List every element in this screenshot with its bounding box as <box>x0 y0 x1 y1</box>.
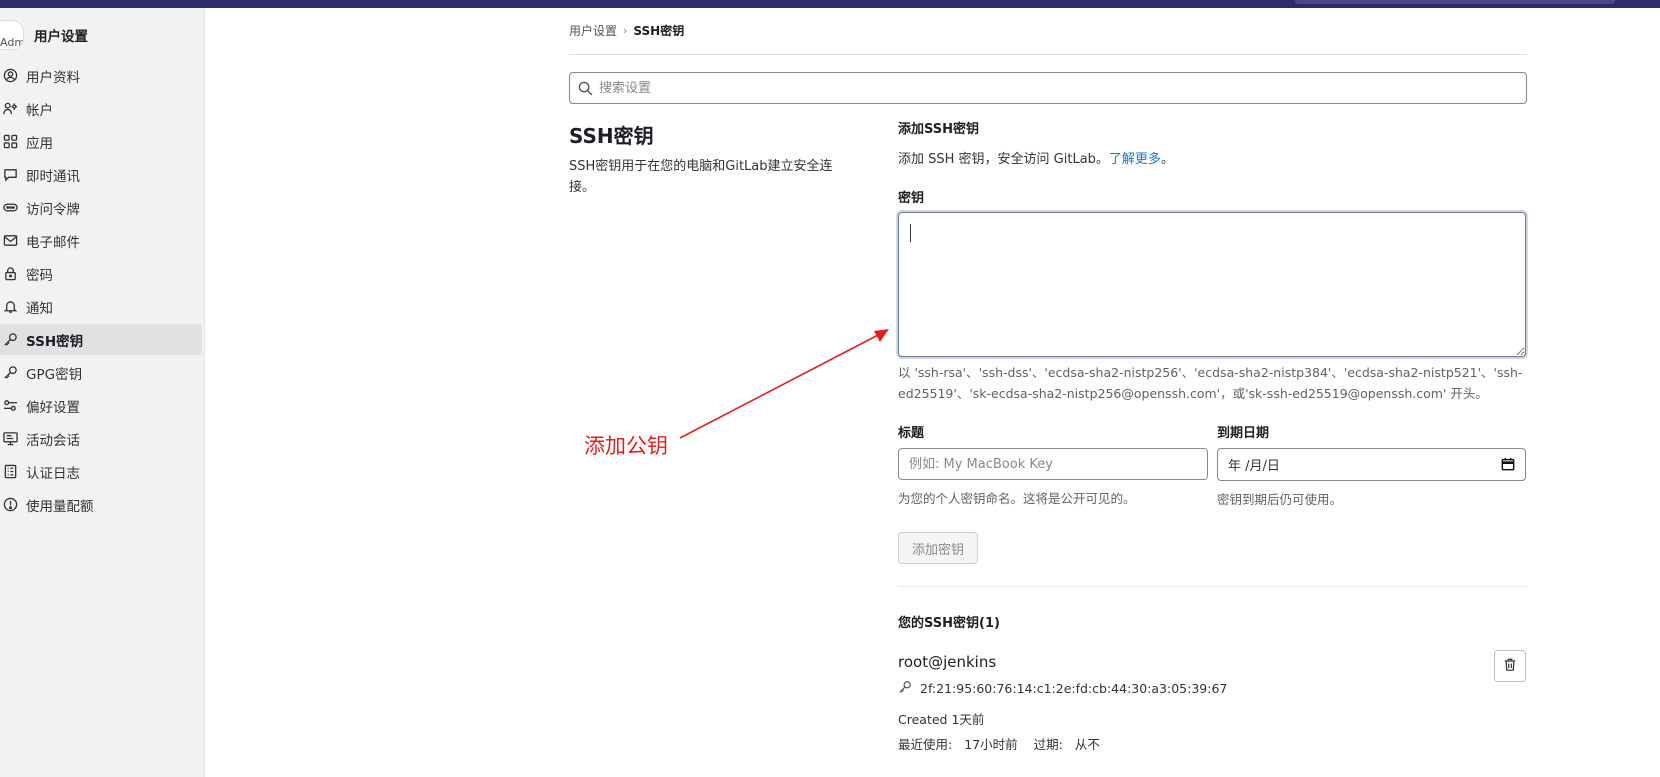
expiry-label: 到期日期 <box>1217 426 1270 441</box>
expires-label: 过期: <box>1033 737 1063 752</box>
sidebar-title: 用户设置 <box>34 29 88 45</box>
breadcrumb: 用户设置 › SSH密钥 <box>569 22 684 39</box>
form-description-text: 添加 SSH 密钥，安全访问 GitLab。 <box>898 152 1109 167</box>
sidebar-item-auth-log[interactable]: 认证日志 <box>0 456 202 487</box>
top-navigation-bar <box>0 0 1660 8</box>
sidebar-item-label: 活动会话 <box>26 432 80 449</box>
sidebar-item-label: 用户资料 <box>26 69 80 86</box>
sidebar-item-label: 应用 <box>26 135 53 152</box>
expiry-help-text: 密钥到期后仍可使用。 <box>1217 492 1343 507</box>
avatar[interactable]: Adm <box>0 20 24 50</box>
sidebar-item-label: SSH密钥 <box>26 333 84 350</box>
monitor-icon <box>2 431 18 447</box>
key-icon <box>2 365 18 381</box>
form-heading: 添加SSH密钥 <box>898 122 980 137</box>
key-help-text: 以 'ssh-rsa'、'ssh-dss'、'ecdsa-sha2-nistp2… <box>898 365 1523 401</box>
sidebar-item-label: 密码 <box>26 267 53 284</box>
key-icon <box>898 680 912 697</box>
settings-search[interactable] <box>569 72 1527 104</box>
sidebar-item-label: 偏好设置 <box>26 399 80 416</box>
keys-list-heading: 您的SSH密钥(1) <box>898 616 1000 631</box>
expiry-date-input[interactable]: 年 /月/日 <box>1217 448 1526 481</box>
expiry-date-value: 年 /月/日 <box>1228 459 1280 474</box>
calendar-icon[interactable] <box>1501 457 1515 475</box>
sidebar-item-profile[interactable]: 用户资料 <box>0 60 202 91</box>
top-search-bar[interactable] <box>1295 0 1615 4</box>
add-key-button[interactable]: 添加密钥 <box>898 532 978 564</box>
sidebar-item-label: 访问令牌 <box>26 201 80 218</box>
learn-more-link[interactable]: 了解更多 <box>1109 152 1161 167</box>
mail-icon <box>2 233 18 249</box>
sidebar-item-usage-quotas[interactable]: 使用量配额 <box>0 489 202 520</box>
key-meta: 最近使用: 17小时前 过期: 从不 <box>898 734 1116 753</box>
key-fingerprint: 2f:21:95:60:76:14:c1:2e:fd:cb:44:30:a3:0… <box>898 680 1227 697</box>
breadcrumb-parent[interactable]: 用户设置 <box>569 22 617 39</box>
section-title: SSH密钥 <box>569 124 654 148</box>
last-used-value: 17小时前 <box>964 737 1018 752</box>
divider <box>569 54 1527 55</box>
avatar-alt-text: Adm <box>0 36 24 49</box>
sidebar-item-label: 认证日志 <box>26 465 80 482</box>
sidebar: Adm 用户设置 用户资料 帐户 应用 即时通讯 访问令牌 电子邮件 密码 通知… <box>0 8 205 777</box>
user-circle-icon <box>2 68 18 84</box>
sidebar-item-account[interactable]: 帐户 <box>0 93 202 124</box>
key-icon <box>2 332 18 348</box>
add-ssh-key-form: 添加SSH密钥 添加 SSH 密钥，安全访问 GitLab。了解更多。 密钥 以… <box>898 118 1528 752</box>
key-title[interactable]: root@jenkins <box>898 653 996 671</box>
sidebar-item-ssh-keys[interactable]: SSH密钥 <box>0 324 202 355</box>
title-label: 标题 <box>898 426 925 441</box>
key-textarea[interactable] <box>898 212 1526 357</box>
sidebar-item-label: GPG密钥 <box>26 366 83 383</box>
fingerprint-value: 2f:21:95:60:76:14:c1:2e:fd:cb:44:30:a3:0… <box>920 681 1228 696</box>
search-icon <box>578 81 593 96</box>
sidebar-header: Adm 用户设置 <box>0 18 205 52</box>
title-input[interactable] <box>898 448 1208 480</box>
sidebar-item-chat[interactable]: 即时通讯 <box>0 159 202 190</box>
divider <box>898 586 1528 587</box>
comment-icon <box>2 167 18 183</box>
sidebar-item-active-sessions[interactable]: 活动会话 <box>0 423 202 454</box>
key-created: Created 1天前 <box>898 712 985 727</box>
preferences-icon <box>2 398 18 414</box>
form-description-period: 。 <box>1160 152 1174 167</box>
sidebar-item-label: 使用量配额 <box>26 498 94 515</box>
title-help-text: 为您的个人密钥命名。这将是公开可见的。 <box>898 491 1136 506</box>
sidebar-item-gpg-keys[interactable]: GPG密钥 <box>0 357 202 388</box>
delete-key-button[interactable] <box>1494 650 1526 682</box>
lock-icon <box>2 266 18 282</box>
log-icon <box>2 464 18 480</box>
sidebar-item-applications[interactable]: 应用 <box>0 126 202 157</box>
applications-icon <box>2 134 18 150</box>
form-description: 添加 SSH 密钥，安全访问 GitLab。了解更多。 <box>898 148 1174 167</box>
quota-icon <box>2 497 18 513</box>
sidebar-item-label: 帐户 <box>26 102 53 119</box>
sidebar-item-label: 电子邮件 <box>26 234 80 251</box>
sidebar-item-label: 即时通讯 <box>26 168 80 185</box>
text-caret <box>910 224 911 242</box>
expires-value: 从不 <box>1074 737 1100 752</box>
sidebar-item-notifications[interactable]: 通知 <box>0 291 202 322</box>
annotation-text: 添加公钥 <box>584 434 668 458</box>
last-used-label: 最近使用: <box>898 737 953 752</box>
trash-icon <box>1503 657 1517 676</box>
sidebar-item-password[interactable]: 密码 <box>0 258 202 289</box>
search-input[interactable] <box>599 80 1499 96</box>
sidebar-item-label: 通知 <box>26 300 53 317</box>
sidebar-nav: 用户资料 帐户 应用 即时通讯 访问令牌 电子邮件 密码 通知 SSH密钥 GP… <box>0 60 205 522</box>
chevron-right-icon: › <box>623 24 628 37</box>
account-icon <box>2 101 18 117</box>
key-label: 密钥 <box>898 191 925 206</box>
token-icon <box>2 200 18 216</box>
bell-icon <box>2 299 18 315</box>
sidebar-item-preferences[interactable]: 偏好设置 <box>0 390 202 421</box>
section-description: SSH密钥用于在您的电脑和GitLab建立安全连接。 <box>569 159 833 195</box>
sidebar-item-emails[interactable]: 电子邮件 <box>0 225 202 256</box>
breadcrumb-current[interactable]: SSH密钥 <box>633 22 684 39</box>
sidebar-item-access-tokens[interactable]: 访问令牌 <box>0 192 202 223</box>
